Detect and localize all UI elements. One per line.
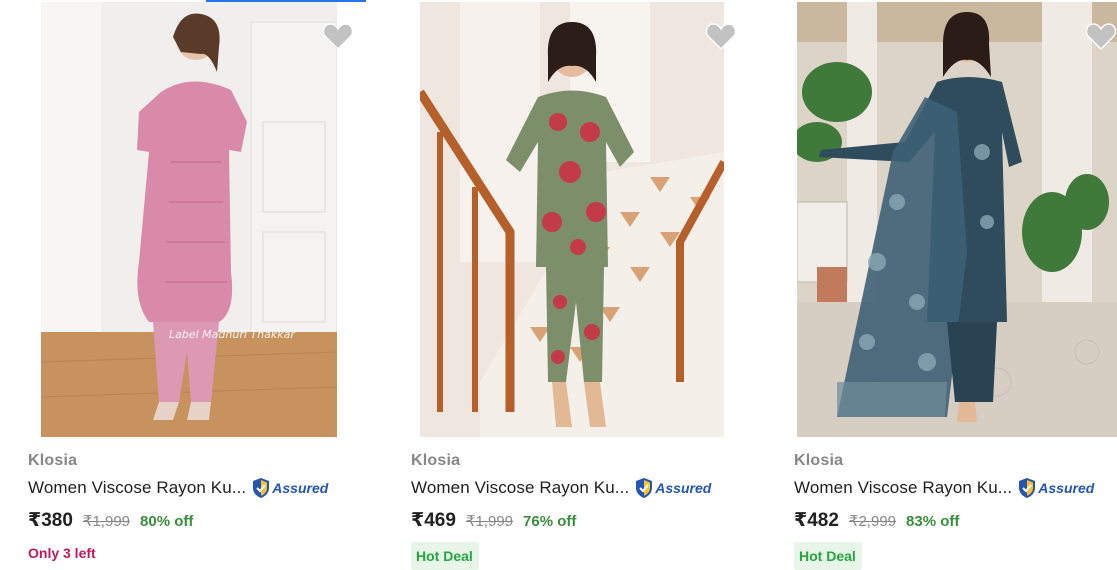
- assured-badge: Assured: [251, 477, 328, 499]
- discount-percent: 76% off: [523, 513, 577, 530]
- price-row: ₹469 ₹1,999 76% off: [411, 509, 576, 532]
- product-image-area[interactable]: [411, 0, 771, 437]
- product-image[interactable]: [797, 2, 1117, 437]
- discount-percent: 83% off: [906, 513, 960, 530]
- assured-label: Assured: [1038, 480, 1095, 496]
- product-brand: Klosia: [411, 452, 461, 469]
- hot-deal-badge: Hot Deal: [794, 542, 862, 570]
- product-card[interactable]: Klosia Women Viscose Rayon Ku... Assured…: [794, 0, 1117, 570]
- product-brand: Klosia: [28, 452, 78, 469]
- wishlist-heart-icon[interactable]: [704, 20, 738, 52]
- product-card[interactable]: Klosia Women Viscose Rayon Ku... Assured…: [411, 0, 771, 570]
- hot-deal-badge: Hot Deal: [411, 542, 479, 570]
- product-image[interactable]: Label Madhuri Thakkar: [41, 2, 337, 437]
- selling-price: ₹380: [28, 510, 73, 531]
- product-title[interactable]: Women Viscose Rayon Ku...: [28, 478, 246, 498]
- product-title-row: Women Viscose Rayon Ku... Assured: [28, 477, 328, 499]
- product-grid: Label Madhuri Thakkar Klosia Women Visco…: [0, 0, 1117, 570]
- selling-price: ₹469: [411, 510, 456, 531]
- original-price: ₹2,999: [848, 513, 897, 530]
- assured-label: Assured: [272, 480, 329, 496]
- product-image-area[interactable]: [794, 0, 1117, 437]
- product-card[interactable]: Label Madhuri Thakkar Klosia Women Visco…: [28, 0, 388, 570]
- product-title-row: Women Viscose Rayon Ku... Assured: [794, 477, 1094, 499]
- product-image[interactable]: [420, 2, 724, 437]
- wishlist-heart-icon[interactable]: [321, 20, 355, 52]
- stock-note: Only 3 left: [28, 545, 96, 561]
- wishlist-heart-icon[interactable]: [1084, 20, 1117, 52]
- assured-badge: Assured: [1017, 477, 1094, 499]
- original-price: ₹1,999: [465, 513, 514, 530]
- selling-price: ₹482: [794, 510, 839, 531]
- assured-badge: Assured: [634, 477, 711, 499]
- assured-label: Assured: [655, 480, 712, 496]
- shield-check-icon: [1019, 478, 1036, 498]
- price-row: ₹380 ₹1,999 80% off: [28, 509, 193, 532]
- shield-check-icon: [253, 478, 270, 498]
- product-brand: Klosia: [794, 452, 844, 469]
- product-title[interactable]: Women Viscose Rayon Ku...: [794, 478, 1012, 498]
- product-image-area[interactable]: Label Madhuri Thakkar: [28, 0, 388, 437]
- original-price: ₹1,999: [82, 513, 131, 530]
- product-title[interactable]: Women Viscose Rayon Ku...: [411, 478, 629, 498]
- discount-percent: 80% off: [140, 513, 194, 530]
- price-row: ₹482 ₹2,999 83% off: [794, 509, 959, 532]
- shield-check-icon: [636, 478, 653, 498]
- product-title-row: Women Viscose Rayon Ku... Assured: [411, 477, 711, 499]
- svg-text:Label Madhuri Thakkar: Label Madhuri Thakkar: [169, 328, 296, 341]
